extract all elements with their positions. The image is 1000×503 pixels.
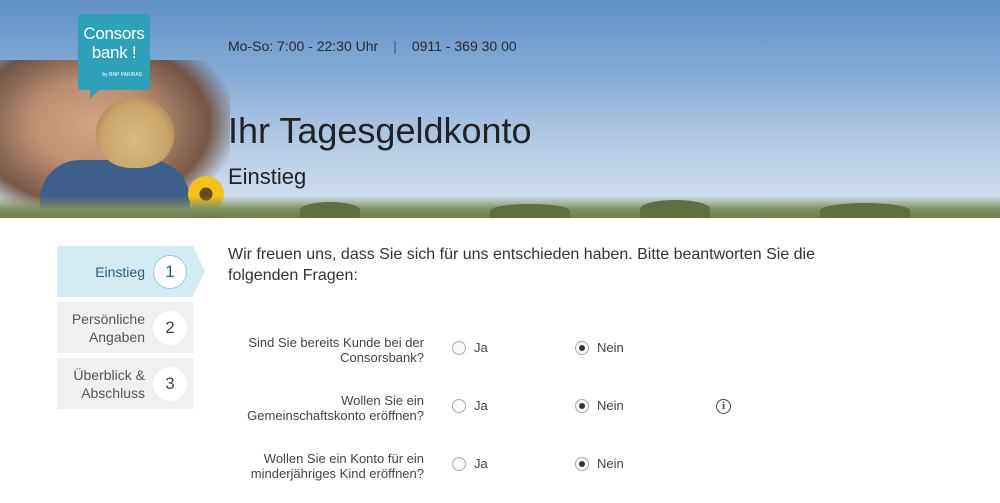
- step-label: Einstieg: [95, 263, 145, 280]
- step-label: Überblick & Abschluss: [73, 366, 145, 401]
- opening-hours: Mo-So: 7:00 - 22:30 Uhr: [228, 38, 379, 54]
- intro-text: Wir freuen uns, dass Sie sich für uns en…: [228, 246, 816, 284]
- step-ueberblick-abschluss[interactable]: Überblick & Abschluss 3: [57, 358, 193, 409]
- step-number: 1: [153, 254, 187, 289]
- step-number: 3: [153, 366, 187, 401]
- question-existing-customer: Sind Sie bereits Kunde bei der Consorsba…: [228, 335, 828, 375]
- radio-button-selected[interactable]: [575, 456, 589, 471]
- contact-info: Mo-So: 7:00 - 22:30 Uhr | 0911 - 369 30 …: [228, 38, 517, 54]
- question-label: Wollen Sie ein Gemeinschaftskonto eröffn…: [247, 393, 424, 423]
- question-label: Wollen Sie ein Konto für ein minderjähri…: [250, 451, 424, 481]
- radio-button[interactable]: [452, 398, 466, 413]
- info-icon[interactable]: i: [716, 399, 731, 414]
- question-minor-account: Wollen Sie ein Konto für ein minderjähri…: [228, 451, 828, 491]
- radio-option-nein[interactable]: Nein: [575, 340, 624, 355]
- logo-tagline: by BNP PARIBAS: [102, 72, 142, 78]
- radio-option-nein[interactable]: Nein: [575, 456, 624, 471]
- radio-option-ja[interactable]: Ja: [452, 340, 488, 355]
- radio-label: Nein: [597, 340, 624, 355]
- step-navigation: Einstieg 1 Persönliche Angaben 2 Überbli…: [57, 246, 205, 414]
- step-persoenliche-angaben[interactable]: Persönliche Angaben 2: [57, 302, 193, 353]
- logo-text-line1: Consors: [83, 24, 145, 43]
- hero-photo-hat: [96, 98, 174, 168]
- contact-separator: |: [393, 38, 397, 54]
- header-banner: [0, 0, 1000, 218]
- page-subtitle: Einstieg: [228, 164, 307, 189]
- step-einstieg[interactable]: Einstieg 1: [57, 246, 205, 297]
- radio-label: Ja: [474, 340, 488, 355]
- tree: [640, 200, 710, 218]
- radio-button[interactable]: [452, 456, 466, 471]
- tree: [300, 202, 360, 218]
- radio-button[interactable]: [452, 340, 466, 355]
- radio-option-nein[interactable]: Nein: [575, 398, 624, 413]
- logo-text-line2: bank !: [91, 43, 137, 62]
- radio-label: Ja: [474, 456, 488, 471]
- page-title: Ihr Tagesgeldkonto: [228, 110, 532, 151]
- radio-button-selected[interactable]: [575, 340, 589, 355]
- radio-option-ja[interactable]: Ja: [452, 398, 488, 413]
- radio-label: Nein: [597, 456, 624, 471]
- step-number: 2: [153, 310, 187, 345]
- tree: [490, 204, 570, 218]
- radio-option-ja[interactable]: Ja: [452, 456, 488, 471]
- step-label: Persönliche Angaben: [71, 310, 145, 345]
- question-joint-account: Wollen Sie ein Gemeinschaftskonto eröffn…: [228, 393, 828, 433]
- question-label: Sind Sie bereits Kunde bei der Consorsba…: [248, 335, 424, 365]
- radio-label: Nein: [597, 398, 624, 413]
- radio-label: Ja: [474, 398, 488, 413]
- phone-number[interactable]: 0911 - 369 30 00: [412, 38, 517, 54]
- radio-button-selected[interactable]: [575, 398, 589, 413]
- consorsbank-logo[interactable]: Consors bank ! by BNP PARIBAS: [78, 14, 150, 99]
- tree: [820, 203, 910, 218]
